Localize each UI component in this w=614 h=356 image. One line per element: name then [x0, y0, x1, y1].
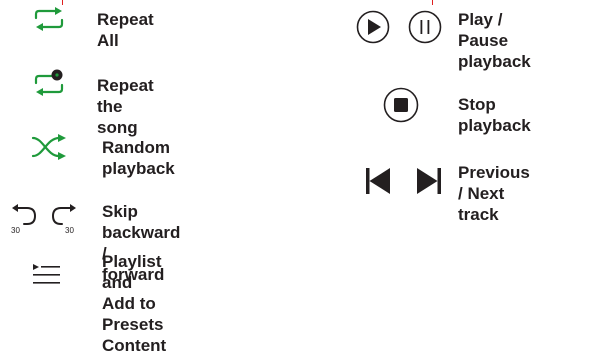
play-icon	[356, 10, 390, 44]
play-pause-label: Play / Pause playback	[458, 10, 531, 71]
repeat-one-icon	[33, 69, 65, 97]
skip-forward-icon: 30	[50, 201, 80, 235]
stop-icon	[383, 87, 419, 123]
previous-next-label: Previous / Next track	[458, 163, 530, 224]
repeat-all-icon	[33, 6, 65, 32]
skip-backward-icon: 30	[8, 201, 38, 235]
repeat-one-label: Repeat the song	[97, 76, 154, 137]
stop-label: Stop playback	[458, 95, 531, 135]
previous-icon	[366, 167, 392, 195]
repeat-all-label: Repeat All	[97, 10, 154, 50]
skip-backward-seconds: 30	[11, 226, 20, 235]
crop-mark-right	[432, 0, 433, 5]
playlist-icon	[32, 262, 62, 288]
skip-forward-seconds: 30	[65, 226, 74, 235]
shuffle-icon	[31, 134, 67, 160]
shuffle-label: Random playback	[102, 138, 175, 178]
crop-mark-left	[62, 0, 63, 5]
next-icon	[416, 167, 442, 195]
playlist-label: Playlist and Add to Presets Content	[102, 252, 167, 355]
pause-icon	[408, 10, 442, 44]
